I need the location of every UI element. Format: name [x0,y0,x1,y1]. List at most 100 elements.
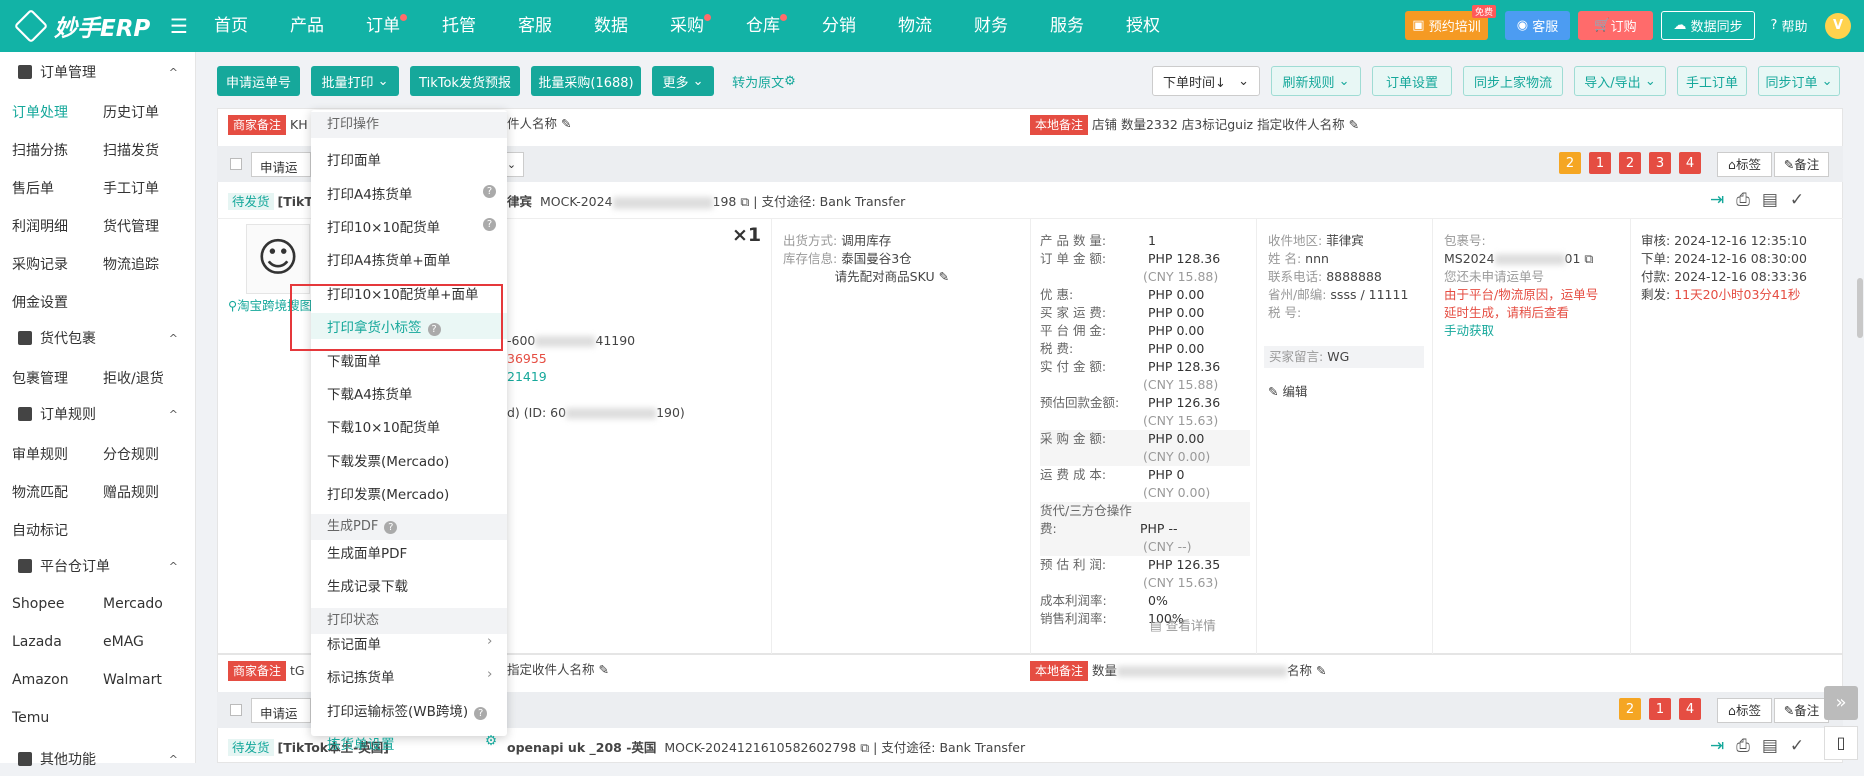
sidebar-item[interactable]: 售后单 [12,178,54,198]
expand-panel-icon[interactable]: » [1824,686,1858,720]
menu-item[interactable]: 标记面单 › [327,633,492,653]
scrollbar-thumb[interactable] [1857,278,1863,338]
order-checkbox[interactable] [230,158,242,170]
ship-icon[interactable]: ⇥ [1710,736,1736,756]
sidebar-group-order-mgmt[interactable]: 订单管理 ^ [0,55,196,89]
ship-icon[interactable]: ⇥ [1710,190,1736,210]
nav-item[interactable]: 产品 [290,0,324,52]
nav-item[interactable]: 采购 [670,0,711,52]
flag-badge[interactable]: 4 [1679,152,1701,174]
nav-item[interactable]: 物流 [898,0,932,52]
sidebar-item[interactable]: 物流匹配 [12,482,68,502]
menu-toggle-icon[interactable]: ☰ [170,14,188,38]
note-button[interactable]: ✎备注 [1774,698,1829,723]
sidebar-group-pkg[interactable]: 货代包裹 ^ [0,321,196,355]
sync-logistics-button[interactable]: 同步上家物流 [1463,66,1563,96]
nav-item[interactable]: 授权 [1126,0,1160,52]
view-detail-link[interactable]: ▤ 查看详情 [1150,617,1216,635]
flag-badge[interactable]: 4 [1679,698,1701,720]
sidebar-item[interactable]: 拒收/退货 [103,368,164,388]
sidebar-item[interactable]: 利润明细 [12,216,68,236]
nav-item[interactable]: 订单 [366,0,407,52]
sidebar-item[interactable]: 包裹管理 [12,368,68,388]
sidebar-item[interactable]: 货代管理 [103,216,159,236]
menu-item[interactable]: 下载10×10配货单 [327,416,440,436]
nav-item[interactable]: 托管 [442,0,476,52]
edit-icon[interactable]: ✎ [1316,663,1326,678]
sidebar-item[interactable]: 采购记录 [12,254,68,274]
edit-icon[interactable]: ✎ [939,269,949,284]
app-logo[interactable]: 妙手ERP [13,8,150,44]
menu-item[interactable]: 打印10×10配货单? [327,216,496,236]
batch-purchase-button[interactable]: 批量采购(1688) [531,66,641,96]
copy-icon[interactable]: ⧉ [860,740,869,755]
nav-item[interactable]: 客服 [518,0,552,52]
sku-link[interactable]: 21419 [507,368,547,386]
menu-item[interactable]: 打印A4拣货单+面单 [327,249,451,269]
tiktok-presale-button[interactable]: TikTok发货预报 [410,66,520,96]
data-sync-button[interactable]: ☁ 数据同步 [1661,11,1755,40]
menu-item[interactable]: 打印面单 [327,149,381,169]
sidebar-item[interactable]: Walmart [103,672,162,688]
flag-badge[interactable]: 2 [1619,152,1641,174]
help-button[interactable]: ? 帮助 [1763,11,1815,40]
sidebar-item[interactable]: Mercado [103,596,163,612]
print-icon[interactable]: ⎙ [1736,190,1762,210]
sidebar-item[interactable]: 审单规则 [12,444,68,464]
check-circle-icon[interactable]: ✓ [1790,736,1816,756]
flag-badge[interactable]: 1 [1649,698,1671,720]
sidebar-item[interactable]: 佣金设置 [12,292,68,312]
tag-button[interactable]: ⌂标签 [1717,152,1772,177]
gear-icon[interactable]: ⚙ [485,733,497,749]
nav-item[interactable]: 财务 [974,0,1008,52]
more-button[interactable]: 更多 ⌄ [652,66,714,96]
sidebar-item[interactable]: 扫描发货 [103,140,159,160]
edit-icon[interactable]: ✎ [599,662,609,677]
sidebar-item[interactable]: Temu [12,710,49,726]
nav-item[interactable]: 仓库 [746,0,787,52]
nav-item[interactable]: 服务 [1050,0,1084,52]
copy-icon[interactable]: ⧉ [740,194,749,209]
sidebar-group-platform[interactable]: 平台仓订单 ^ [0,549,196,583]
sidebar-item[interactable]: 自动标记 [12,520,68,540]
flag-badge[interactable]: 3 [1649,152,1671,174]
sidebar-item[interactable]: Amazon [12,672,69,688]
edit-icon[interactable]: ✎ [561,116,571,131]
check-circle-icon[interactable]: ✓ [1790,190,1816,210]
sidebar-item[interactable]: 扫描分拣 [12,140,68,160]
flag-badge[interactable]: 2 [1559,152,1581,174]
nav-item[interactable]: 分销 [822,0,856,52]
sidebar-item[interactable]: 赠品规则 [103,482,159,502]
menu-item[interactable]: 生成记录下载 [327,575,408,595]
sidebar-item[interactable]: Shopee [12,596,64,612]
sidebar-item[interactable]: 历史订单 [103,102,159,122]
clipboard-icon[interactable]: ▤ [1762,190,1790,210]
flag-badge[interactable]: 2 [1619,698,1641,720]
apply-waybill-select[interactable]: 申请运单 [251,152,311,177]
note-button[interactable]: ✎备注 [1774,152,1829,177]
to-original-link[interactable]: 转为原文 ⚙ [724,66,804,96]
order-button[interactable]: 🛒 订购 [1578,11,1653,40]
menu-item[interactable]: 标记拣货单 › [327,666,492,686]
apply-waybill-button[interactable]: 申请运单号 [217,66,300,96]
sidebar-item[interactable]: Lazada [12,634,62,650]
sync-order-button[interactable]: 同步订单 ⌄ [1758,66,1840,96]
sidebar-group-other[interactable]: 其他功能 ^ [0,742,196,776]
sidebar-item[interactable]: 分仓规则 [103,444,159,464]
sidebar-item[interactable]: eMAG [103,634,144,650]
import-export-button[interactable]: 导入/导出 ⌄ [1574,66,1666,96]
edit-icon[interactable]: ✎ [1349,117,1359,132]
print-icon[interactable]: ⎙ [1736,736,1762,756]
avatar[interactable]: V [1825,13,1851,39]
menu-item[interactable]: 打印运输标签(WB跨境)? [327,700,488,720]
menu-item[interactable]: 拣货单设置 ⚙ [327,733,497,753]
nav-item[interactable]: 首页 [214,0,248,52]
order-settings-button[interactable]: 订单设置 [1372,66,1452,96]
menu-item[interactable]: 下载面单 [327,350,381,370]
menu-item[interactable]: 打印发票(Mercado) [327,483,449,503]
sort-select[interactable]: 下单时间↓ ⌄ [1152,66,1260,96]
order-checkbox[interactable] [230,704,242,716]
menu-item[interactable]: 下载A4拣货单 [327,383,412,403]
flag-badge[interactable]: 1 [1589,152,1611,174]
sidebar-item[interactable]: 手工订单 [103,178,159,198]
